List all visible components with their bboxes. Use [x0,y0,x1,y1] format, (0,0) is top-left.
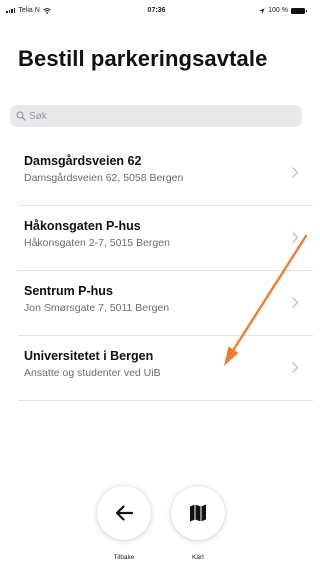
map-icon [190,504,206,522]
map-button[interactable] [171,486,225,540]
list-item-damsgardsveien[interactable]: Damsgårdsveien 62 Damsgårdsveien 62, 505… [0,141,313,206]
chevron-right-icon [292,167,299,178]
status-bar: Telia N 07:36 100 % [0,0,313,22]
battery-icon [291,7,307,14]
location-name: Damsgårdsveien 62 [24,154,142,168]
location-name: Universitetet i Bergen [24,349,154,363]
location-address: Håkonsgaten 2-7, 5015 Bergen [24,237,170,249]
location-address: Ansatte og studenter ved UiB [24,367,161,379]
search-input[interactable]: Søk [10,105,302,127]
location-address: Damsgårdsveien 62, 5058 Bergen [24,172,184,184]
list-item-sentrum[interactable]: Sentrum P-hus Jon Smørsgate 7, 5011 Berg… [0,271,313,336]
arrow-left-icon [115,505,134,521]
location-name: Håkonsgaten P-hus [24,219,141,233]
search-placeholder: Søk [29,110,47,122]
chevron-right-icon [292,362,299,373]
back-button-label: Tilbake [113,554,135,561]
list-item-universitetet[interactable]: Universitetet i Bergen Ansatte og studen… [0,336,313,401]
location-address: Jon Smørsgate 7, 5011 Bergen [24,302,170,314]
page-title: Bestill parkeringsavtale [18,46,268,71]
battery-percentage: 100 % [268,7,288,14]
location-list: Damsgårdsveien 62 Damsgårdsveien 62, 505… [0,141,313,401]
status-right: 100 % [259,7,307,14]
back-button[interactable] [97,486,151,540]
location-arrow-icon [259,7,265,14]
chevron-right-icon [292,297,299,308]
search-icon [16,111,26,121]
location-name: Sentrum P-hus [24,284,113,298]
map-button-label: Kart [192,554,204,561]
chevron-right-icon [292,232,299,243]
list-item-hakonsgaten[interactable]: Håkonsgaten P-hus Håkonsgaten 2-7, 5015 … [0,206,313,271]
